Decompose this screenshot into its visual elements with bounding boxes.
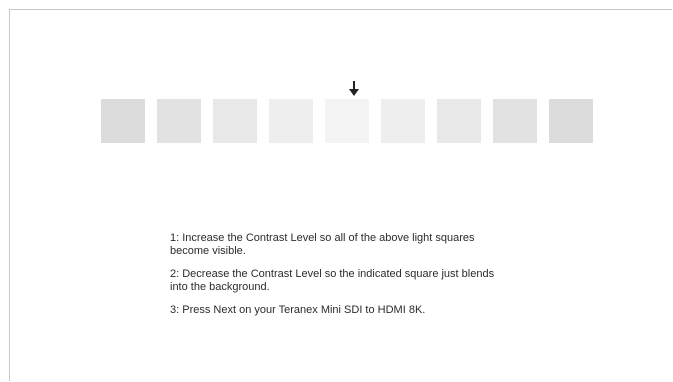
contrast-square [101, 99, 145, 143]
instruction-step-1: 1: Increase the Contrast Level so all of… [170, 232, 475, 257]
instruction-step-3: 3: Press Next on your Teranex Mini SDI t… [170, 304, 426, 316]
contrast-square [549, 99, 593, 143]
contrast-square [437, 99, 481, 143]
instruction-step-2: 2: Decrease the Contrast Level so the in… [170, 268, 495, 293]
contrast-square [269, 99, 313, 143]
indicated-contrast-square [325, 99, 369, 143]
down-arrow-icon [349, 81, 359, 96]
contrast-square [157, 99, 201, 143]
instructions: 1: Increase the Contrast Level so all of… [170, 232, 500, 327]
contrast-square [381, 99, 425, 143]
contrast-square [493, 99, 537, 143]
calibration-panel: 1: Increase the Contrast Level so all of… [9, 9, 672, 381]
contrast-square [213, 99, 257, 143]
contrast-swatch-row [101, 99, 593, 143]
